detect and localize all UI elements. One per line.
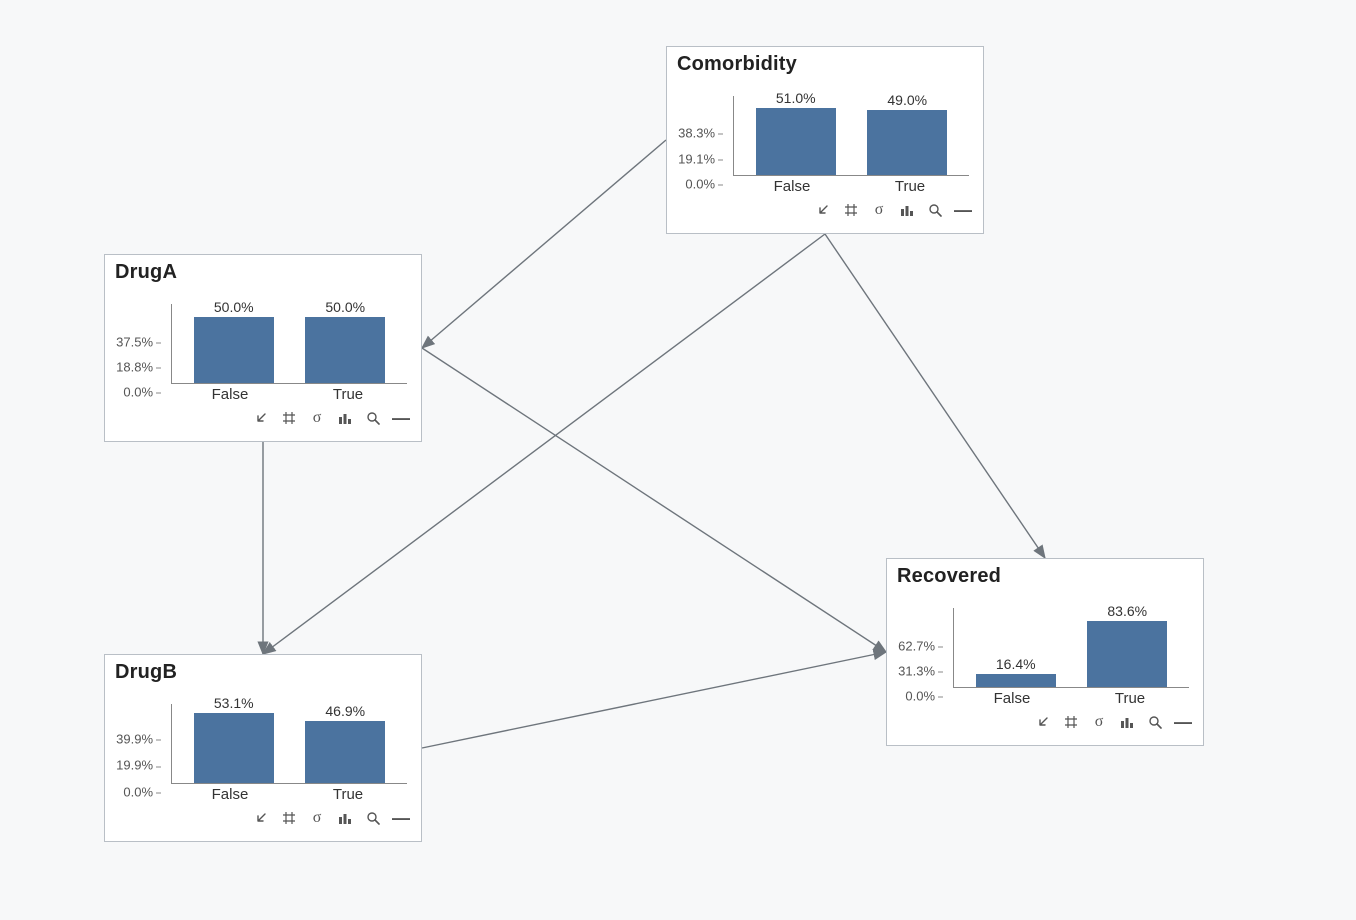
sigma-icon[interactable]: σ: [871, 202, 887, 218]
zoom-icon[interactable]: [927, 202, 943, 218]
y-tick-label: 38.3: [678, 125, 703, 140]
minimize-icon[interactable]: —: [1175, 714, 1191, 730]
bar-chart-icon[interactable]: [337, 810, 353, 826]
grid-icon[interactable]: [281, 810, 297, 826]
chart-area: 0.0% 19.1% 38.3% 51.0%49.0% False True: [677, 78, 973, 198]
node-toolbar: σ—: [105, 806, 421, 834]
sigma-icon[interactable]: σ: [1091, 714, 1107, 730]
bar-value-label: 16.4%: [954, 656, 1077, 672]
node-title: DrugB: [105, 655, 421, 686]
y-tick: 38.3%: [678, 125, 723, 140]
bar-chart-icon[interactable]: [337, 410, 353, 426]
bar[interactable]: 50.0%: [182, 304, 285, 383]
bar-chart-icon[interactable]: [1119, 714, 1135, 730]
y-tick-label: 31.3: [898, 663, 923, 678]
minimize-icon[interactable]: —: [393, 410, 409, 426]
y-tick: 19.9%: [116, 758, 161, 773]
bar-value-label: 51.0%: [734, 90, 857, 106]
edge-comorbidity-to-recovered: [825, 234, 1045, 558]
minimize-icon[interactable]: —: [955, 202, 971, 218]
collapse-icon[interactable]: [815, 202, 831, 218]
x-label: False: [958, 690, 1067, 710]
bar[interactable]: 50.0%: [294, 304, 397, 383]
bar[interactable]: 51.0%: [744, 96, 847, 175]
x-label: False: [176, 786, 285, 806]
y-tick-label: 0.0: [685, 177, 703, 192]
y-tick: 37.5%: [116, 335, 161, 350]
grid-icon[interactable]: [281, 410, 297, 426]
node-title: Recovered: [887, 559, 1203, 590]
x-label: False: [176, 386, 285, 406]
bar[interactable]: 46.9%: [294, 704, 397, 783]
y-tick: 0.0%: [123, 385, 161, 400]
x-label: True: [294, 386, 403, 406]
y-tick-label: 19.1: [678, 151, 703, 166]
x-label: True: [1076, 690, 1185, 710]
edge-drugb-to-recovered: [422, 652, 886, 748]
edge-comorbidity-to-druga: [422, 140, 666, 348]
node-toolbar: σ—: [667, 198, 983, 226]
y-tick-label: 39.9: [116, 731, 141, 746]
y-tick: 62.7%: [898, 638, 943, 653]
bar-value-label: 53.1%: [172, 695, 295, 711]
collapse-icon[interactable]: [1035, 714, 1051, 730]
x-label: True: [856, 178, 965, 198]
chart-area: 0.0% 18.8% 37.5% 50.0%50.0% False True: [115, 286, 411, 406]
bar-value-label: 49.0%: [846, 92, 969, 108]
zoom-icon[interactable]: [365, 410, 381, 426]
y-tick: 39.9%: [116, 731, 161, 746]
grid-icon[interactable]: [1063, 714, 1079, 730]
y-tick-label: 0.0: [905, 689, 923, 704]
edge-druga-to-recovered: [422, 348, 886, 652]
zoom-icon[interactable]: [365, 810, 381, 826]
node-drugb[interactable]: DrugB0.0%19.9%39.9%53.1%46.9%FalseTrueσ—: [104, 654, 422, 842]
x-label: False: [738, 178, 847, 198]
grid-icon[interactable]: [843, 202, 859, 218]
zoom-icon[interactable]: [1147, 714, 1163, 730]
bar[interactable]: 53.1%: [182, 704, 285, 783]
x-label: True: [294, 786, 403, 806]
y-tick: 18.8%: [116, 359, 161, 374]
y-tick: 19.1%: [678, 151, 723, 166]
y-tick-label: 0.0: [123, 785, 141, 800]
y-tick: 0.0%: [905, 689, 943, 704]
collapse-icon[interactable]: [253, 410, 269, 426]
y-tick-label: 19.9: [116, 758, 141, 773]
sigma-icon[interactable]: σ: [309, 410, 325, 426]
bar-value-label: 50.0%: [284, 299, 407, 315]
node-recovered[interactable]: Recovered0.0%31.3%62.7%16.4%83.6%FalseTr…: [886, 558, 1204, 746]
y-tick-label: 62.7: [898, 638, 923, 653]
bar-value-label: 83.6%: [1066, 603, 1189, 619]
chart-area: 0.0%31.3%62.7%16.4%83.6%FalseTrue: [897, 590, 1193, 710]
bar-value-label: 50.0%: [172, 299, 295, 315]
y-tick: 0.0%: [123, 785, 161, 800]
node-toolbar: σ—: [887, 710, 1203, 738]
y-tick: 31.3%: [898, 663, 943, 678]
diagram-canvas[interactable]: Comorbidity 0.0% 19.1% 38.3% 51.0%49.0% False…: [0, 0, 1356, 920]
bar[interactable]: 49.0%: [856, 96, 959, 175]
node-druga[interactable]: DrugA0.0%18.8%37.5%50.0%50.0%FalseTrueσ—: [104, 254, 422, 442]
y-tick-label: 0.0: [123, 385, 141, 400]
y-tick: 0.0%: [685, 177, 723, 192]
minimize-icon[interactable]: —: [393, 810, 409, 826]
y-tick-label: 18.8: [116, 359, 141, 374]
node-comorbidity[interactable]: Comorbidity 0.0% 19.1% 38.3% 51.0%49.0% False…: [666, 46, 984, 234]
node-title: DrugA: [105, 255, 421, 286]
sigma-icon[interactable]: σ: [309, 810, 325, 826]
collapse-icon[interactable]: [253, 810, 269, 826]
bar[interactable]: 83.6%: [1076, 608, 1179, 687]
bar[interactable]: 16.4%: [964, 608, 1067, 687]
node-title: Comorbidity: [667, 47, 983, 78]
y-tick-label: 37.5: [116, 335, 141, 350]
bar-value-label: 46.9%: [284, 703, 407, 719]
node-toolbar: σ—: [105, 406, 421, 434]
bar-chart-icon[interactable]: [899, 202, 915, 218]
chart-area: 0.0% 19.9% 39.9% 53.1%46.9% False True: [115, 686, 411, 806]
